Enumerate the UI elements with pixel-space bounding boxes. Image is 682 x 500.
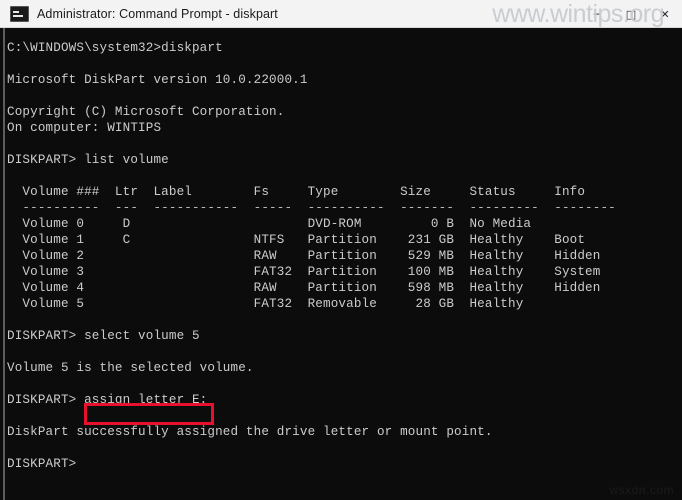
minimize-button[interactable]: ─ [580, 0, 614, 28]
watermark-bottom: wsxdn.com [609, 483, 674, 497]
terminal-line: Microsoft DiskPart version 10.0.22000.1 [7, 73, 308, 87]
terminal-line: On computer: WINTIPS [7, 121, 162, 135]
terminal-line: Volume 5 FAT32 Removable 28 GB Healthy [7, 297, 524, 311]
terminal-left-border [3, 28, 5, 500]
terminal-line: DISKPART> assign letter E: [7, 393, 208, 407]
terminal-line: DISKPART> select volume 5 [7, 329, 200, 343]
terminal-line: Volume 1 C NTFS Partition 231 GB Healthy… [7, 233, 586, 247]
terminal-line: C:\WINDOWS\system32>diskpart [7, 41, 223, 55]
close-button[interactable]: ✕ [648, 0, 682, 28]
terminal-line: Volume 0 D DVD-ROM 0 B No Media [7, 217, 532, 231]
terminal-line: Volume 4 RAW Partition 598 MB Healthy Hi… [7, 281, 601, 295]
terminal-line: Volume 2 RAW Partition 529 MB Healthy Hi… [7, 249, 601, 263]
window-controls: ─ □ ✕ [580, 0, 682, 28]
terminal-line: DISKPART> [7, 457, 77, 471]
terminal-line: Volume 5 is the selected volume. [7, 361, 254, 375]
terminal-line: DiskPart successfully assigned the drive… [7, 425, 493, 439]
terminal-lines: C:\WINDOWS\system32>diskpart Microsoft D… [7, 40, 682, 472]
console-icon [10, 5, 29, 22]
command-prompt-window: Administrator: Command Prompt - diskpart… [0, 0, 682, 500]
maximize-button[interactable]: □ [614, 0, 648, 28]
title-bar[interactable]: Administrator: Command Prompt - diskpart… [0, 0, 682, 28]
terminal-line: DISKPART> list volume [7, 153, 169, 167]
terminal-line: ---------- --- ----------- ----- -------… [7, 201, 616, 215]
terminal-line: Copyright (C) Microsoft Corporation. [7, 105, 285, 119]
terminal-output-area[interactable]: C:\WINDOWS\system32>diskpart Microsoft D… [0, 28, 682, 500]
terminal-line: Volume ### Ltr Label Fs Type Size Status… [7, 185, 586, 199]
window-title: Administrator: Command Prompt - diskpart [37, 6, 278, 21]
terminal-line: Volume 3 FAT32 Partition 100 MB Healthy … [7, 265, 601, 279]
